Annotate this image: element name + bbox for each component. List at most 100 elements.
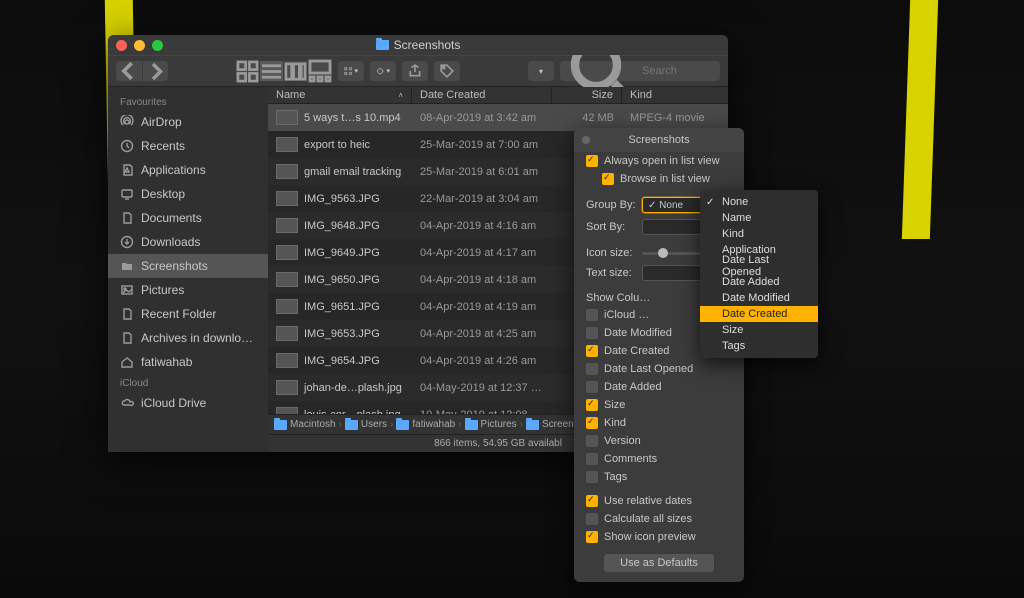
use-as-defaults-button[interactable]: Use as Defaults [604,554,714,572]
sidebar-item-documents[interactable]: Documents [108,206,268,230]
dropdown-button[interactable]: ▾ [528,61,554,81]
menu-item-date-added[interactable]: Date Added [700,274,818,290]
checkbox[interactable] [586,453,598,465]
file-name: IMG_9650.JPG [304,274,380,286]
always-open-checkbox[interactable] [586,155,598,167]
column-view-button[interactable] [284,61,308,81]
folder-icon [274,420,287,430]
gallery-view-button[interactable] [308,61,332,81]
footer-option[interactable]: Calculate all sizes [574,510,744,528]
file-date: 04-Apr-2019 at 4:19 am [412,301,552,313]
file-name: johan-de…plash.jpg [304,382,402,394]
menu-item-label: None [722,196,748,208]
sidebar-item-desktop[interactable]: Desktop [108,182,268,206]
file-name: 5 ways t…s 10.mp4 [304,112,401,124]
checkbox[interactable] [586,399,598,411]
footer-option[interactable]: Use relative dates [574,492,744,510]
sidebar-item-archives-in-downlo-[interactable]: Archives in downlo… [108,326,268,350]
sidebar-item-recent-folder[interactable]: Recent Folder [108,302,268,326]
titlebar[interactable]: Screenshots [108,35,728,55]
column-option[interactable]: Tags [574,468,744,486]
column-header-name[interactable]: Name˄ [268,87,412,103]
search-field[interactable] [560,61,720,81]
checkbox[interactable] [586,363,598,375]
path-segment[interactable]: fatiwahab [412,419,455,430]
file-row[interactable]: 5 ways t…s 10.mp408-Apr-2019 at 3:42 am4… [268,104,728,131]
menu-item-date-last-opened[interactable]: Date Last Opened [700,258,818,274]
share-button[interactable] [402,61,428,81]
folder-icon [396,420,409,430]
column-option[interactable]: Date Last Opened [574,360,744,378]
clock-icon [120,139,134,153]
sidebar-item-screenshots[interactable]: Screenshots [108,254,268,278]
action-button[interactable]: ▾ [370,61,396,81]
path-segment[interactable]: Users [361,419,387,430]
sidebar-item-label: Recents [141,139,185,153]
menu-item-none[interactable]: ✓None [700,194,818,210]
sidebar-item-applications[interactable]: Applications [108,158,268,182]
column-option-label: Kind [604,417,626,429]
icon-view-button[interactable] [236,61,260,81]
path-segment[interactable]: Macintosh [290,419,336,430]
document-icon [120,211,134,225]
home-icon [120,355,134,369]
file-date: 04-Apr-2019 at 4:25 am [412,328,552,340]
checkbox[interactable] [586,327,598,339]
column-option-label: Version [604,435,641,447]
sidebar-item-fatiwahab[interactable]: fatiwahab [108,350,268,374]
back-button[interactable] [116,61,142,81]
sidebar-item-label: Applications [141,163,206,177]
forward-button[interactable] [142,61,168,81]
column-header-kind[interactable]: Kind [622,87,728,103]
checkbox[interactable] [586,417,598,429]
footer-option[interactable]: Show icon preview [574,528,744,546]
checkbox[interactable] [586,435,598,447]
file-name: IMG_9648.JPG [304,220,380,232]
file-kind: MPEG-4 movie [622,112,728,124]
list-view-button[interactable] [260,61,284,81]
view-options-title[interactable]: Screenshots [574,128,744,152]
checkbox[interactable] [586,345,598,357]
sidebar-item-downloads[interactable]: Downloads [108,230,268,254]
column-headers: Name˄ Date Created Size Kind [268,87,728,104]
download-icon [120,235,134,249]
file-size: 42 MB [552,112,622,124]
checkbox[interactable] [586,531,598,543]
file-date: 04-Apr-2019 at 4:26 am [412,355,552,367]
browse-in-checkbox[interactable] [602,173,614,185]
path-segment[interactable]: Pictures [481,419,517,430]
checkbox[interactable] [586,471,598,483]
checkbox[interactable] [586,495,598,507]
column-option[interactable]: Date Added [574,378,744,396]
sidebar-item-airdrop[interactable]: AirDrop [108,110,268,134]
menu-item-date-created[interactable]: Date Created [700,306,818,322]
menu-item-tags[interactable]: Tags [700,338,818,354]
search-input[interactable] [642,65,714,77]
file-name: IMG_9649.JPG [304,247,380,259]
column-option[interactable]: Kind [574,414,744,432]
menu-item-date-modified[interactable]: Date Modified [700,290,818,306]
arrange-button[interactable]: ▾ [338,61,364,81]
column-option-label: Date Last Opened [604,363,693,375]
sidebar-section-label: Favourites [108,93,268,110]
column-option[interactable]: Version [574,432,744,450]
checkbox[interactable] [586,309,598,321]
sidebar-item-label: Documents [141,211,202,225]
folder-icon [120,259,134,273]
tags-button[interactable] [434,61,460,81]
menu-item-kind[interactable]: Kind [700,226,818,242]
column-header-size[interactable]: Size [552,87,622,103]
group-by-label: Group By: [586,199,636,211]
checkbox[interactable] [586,513,598,525]
checkbox[interactable] [586,381,598,393]
column-option[interactable]: Comments [574,450,744,468]
thumbnail-icon [276,353,298,368]
sidebar-item-icloud-drive[interactable]: iCloud Drive [108,391,268,415]
column-header-date[interactable]: Date Created [412,87,552,103]
column-option[interactable]: Size [574,396,744,414]
nav-buttons [116,61,168,81]
menu-item-size[interactable]: Size [700,322,818,338]
sidebar-item-recents[interactable]: Recents [108,134,268,158]
sidebar-item-pictures[interactable]: Pictures [108,278,268,302]
menu-item-name[interactable]: Name [700,210,818,226]
